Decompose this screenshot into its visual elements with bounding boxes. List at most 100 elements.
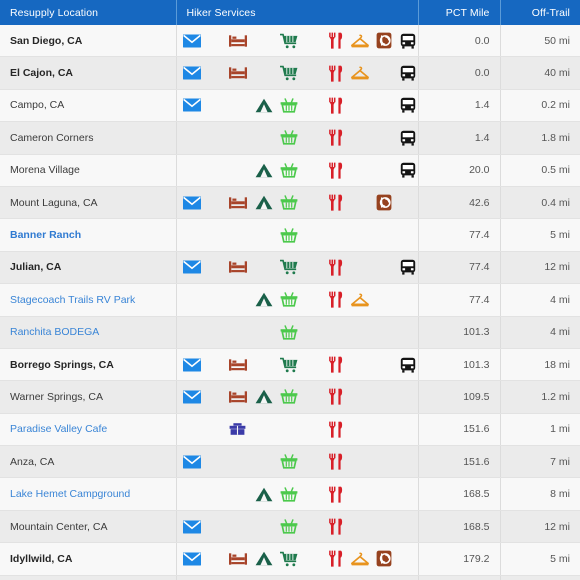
- service-icon-strip: [177, 219, 418, 250]
- envelope-icon: [182, 388, 201, 406]
- cell-off-trail: 12 mi: [500, 251, 580, 285]
- bus-icon: [399, 129, 417, 147]
- fork-knife-icon: [327, 32, 345, 50]
- column-header-off-trail[interactable]: Off-Trail: [500, 0, 580, 25]
- fork-knife-icon: [327, 258, 345, 276]
- cell-off-trail: 50 mi: [500, 25, 580, 58]
- table-row[interactable]: Warner Springs, CA 109.5 1.2 mi: [0, 380, 580, 414]
- tent-icon: [255, 388, 273, 406]
- cell-pct-mile: 151.6: [418, 445, 501, 479]
- cell-off-trail: 1.2 mi: [500, 380, 580, 414]
- cell-pct-mile: 1.4: [418, 89, 501, 123]
- cell-off-trail: 5 mi: [500, 218, 580, 252]
- cell-resupply-location: Julian, CA: [0, 251, 177, 285]
- table-row[interactable]: Campo, CA 1.4 0.2 mi: [0, 89, 580, 123]
- column-header-pct-mile[interactable]: PCT Mile: [418, 0, 501, 25]
- table-row[interactable]: Banner Ranch 77.4 5 mi: [0, 218, 580, 252]
- location-label: San Diego, CA: [10, 34, 83, 47]
- table-header-row: Resupply Location Hiker Services PCT Mil…: [0, 0, 580, 25]
- envelope-icon: [182, 32, 201, 50]
- envelope-icon: [182, 96, 201, 114]
- cell-hiker-services: [176, 25, 419, 58]
- cell-resupply-location: Anza, CA: [0, 445, 177, 479]
- bed-icon: [228, 64, 247, 82]
- service-icon-strip: [177, 511, 418, 542]
- cell-hiker-services: [176, 251, 419, 285]
- table-row[interactable]: Borrego Springs, CA 101.3 18 mi: [0, 348, 580, 382]
- location-label: Anza, CA: [10, 455, 55, 468]
- table-row[interactable]: Ranchita BODEGA 101.3 4 mi: [0, 316, 580, 349]
- fork-knife-icon: [327, 96, 345, 114]
- cell-off-trail: 0.5 mi: [500, 154, 580, 187]
- shopping-basket-icon: [280, 291, 298, 309]
- tent-icon: [255, 161, 273, 179]
- bus-icon: [399, 258, 417, 276]
- envelope-icon: [182, 453, 201, 471]
- service-icon-strip: [177, 25, 418, 56]
- location-link[interactable]: Paradise Valley Cafe: [10, 423, 107, 435]
- tent-icon: [255, 291, 273, 309]
- tent-icon: [255, 550, 273, 568]
- fork-knife-icon: [327, 64, 345, 82]
- cell-pct-mile: 20.0: [418, 154, 501, 187]
- table-row[interactable]: San Diego, CA 0.0 50 mi: [0, 25, 580, 58]
- shopping-basket-icon: [280, 129, 298, 147]
- cell-hiker-services: [176, 380, 419, 414]
- cell-resupply-location: Idyllwild, CA: [0, 542, 177, 576]
- service-icon-strip: [177, 90, 418, 121]
- table-row[interactable]: Lake Hemet Campground 168.5 8 mi: [0, 477, 580, 511]
- fork-knife-icon: [327, 518, 345, 536]
- shopping-cart-icon: [279, 32, 298, 50]
- shopping-basket-icon: [280, 96, 298, 114]
- bed-icon: [228, 356, 247, 374]
- table-row[interactable]: Morena Village 20.0 0.5 mi: [0, 154, 580, 187]
- location-link[interactable]: Banner Ranch: [10, 229, 81, 241]
- cell-off-trail: 4 mi: [500, 283, 580, 317]
- cell-pct-mile: 42.6: [418, 186, 501, 220]
- laundry-icon: [375, 550, 393, 568]
- fork-knife-icon: [327, 550, 345, 568]
- tent-icon: [255, 96, 273, 114]
- fork-knife-icon: [327, 356, 345, 374]
- table-row[interactable]: Mount Laguna, CA 42.6 0.4 mi: [0, 186, 580, 220]
- tent-icon: [255, 485, 273, 503]
- service-icon-strip: [177, 349, 418, 380]
- bed-icon: [228, 388, 247, 406]
- cell-hiker-services: [176, 316, 419, 349]
- shopping-basket-icon: [280, 226, 298, 244]
- table-row[interactable]: El Cajon, CA 0.0 40 mi: [0, 56, 580, 90]
- cell-resupply-location: Campo, CA: [0, 89, 177, 123]
- column-header-resupply-location[interactable]: Resupply Location: [0, 0, 177, 25]
- cell-resupply-location: Mount Laguna, CA: [0, 186, 177, 220]
- column-header-hiker-services[interactable]: Hiker Services: [176, 0, 419, 25]
- cell-off-trail: 5 mi: [500, 542, 580, 576]
- shopping-basket-icon: [280, 194, 298, 212]
- cell-off-trail: 12 mi: [500, 510, 580, 544]
- service-icon-strip: [177, 57, 418, 88]
- table-row[interactable]: Julian, CA 77.4 12 mi: [0, 251, 580, 285]
- cell-hiker-services: [176, 510, 419, 544]
- cell-off-trail: 18 mi: [500, 348, 580, 382]
- cell-pct-mile: 109.5: [418, 380, 501, 414]
- table-row[interactable]: Cameron Corners 1.4 1.8 mi: [0, 121, 580, 155]
- service-icon-strip: [177, 543, 418, 574]
- package-icon: [229, 420, 247, 438]
- resupply-table-container: Resupply Location Hiker Services PCT Mil…: [0, 0, 580, 580]
- table-row[interactable]: Paradise Valley Cafe 151.6 1 mi: [0, 413, 580, 447]
- table-row[interactable]: Mountain Center, CA 168.5 12 mi: [0, 510, 580, 544]
- location-link[interactable]: Lake Hemet Campground: [10, 488, 130, 500]
- envelope-icon: [182, 194, 201, 212]
- table-row[interactable]: Anza, CA 151.6 7 mi: [0, 445, 580, 479]
- cell-off-trail: 1.8 mi: [500, 121, 580, 155]
- location-link[interactable]: Stagecoach Trails RV Park: [10, 294, 135, 306]
- table-row[interactable]: Idyllwild, CA 179.2 5 mi: [0, 542, 580, 576]
- cell-resupply-location: Borrego Springs, CA: [0, 348, 177, 382]
- table-row[interactable]: Stagecoach Trails RV Park 77.4 4 mi: [0, 283, 580, 317]
- table-row[interactable]: Cabazon, CA 208.55 mi: [0, 575, 580, 580]
- cell-off-trail: 5 mi: [500, 575, 580, 580]
- shopping-basket-icon: [280, 485, 298, 503]
- cell-hiker-services: [176, 413, 419, 447]
- cell-pct-mile: 101.3: [418, 348, 501, 382]
- resupply-table: Resupply Location Hiker Services PCT Mil…: [0, 0, 580, 580]
- location-link[interactable]: Ranchita BODEGA: [10, 326, 99, 338]
